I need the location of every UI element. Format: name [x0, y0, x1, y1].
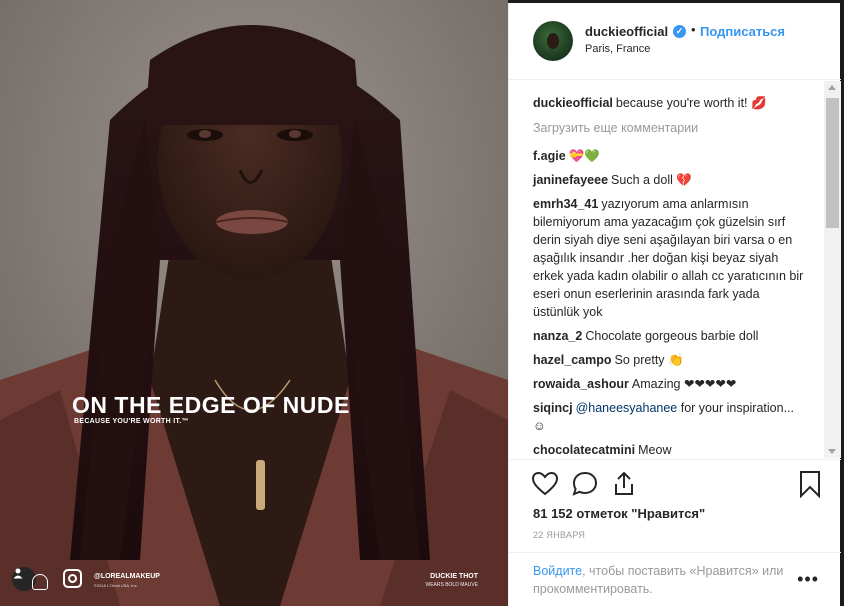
person-icon [13, 568, 23, 579]
instagram-logo-icon [63, 569, 82, 588]
follow-button[interactable]: Подписаться [700, 24, 785, 39]
comments-scrollbar[interactable] [824, 81, 841, 458]
comment-mention[interactable]: @haneesyahanee [576, 401, 678, 415]
comment-text: Meow [638, 443, 672, 457]
comment-item: rowaida_ashour Amazing ❤❤❤❤❤ [533, 375, 805, 393]
comment-username[interactable]: janinefayeee [533, 173, 608, 187]
post-date[interactable]: 22 ЯНВАРЯ [533, 530, 585, 540]
comment-item: emrh34_41 yazıyorum ama anlarmısın bilemi… [533, 195, 805, 321]
post-header: duckieofficial ✓ • Подписаться Paris, Fr… [509, 3, 841, 80]
brand-handle: @LOREALMAKEUP [94, 573, 160, 580]
post-actions: 81 152 отметок "Нравится" 22 ЯНВАРЯ Войд… [509, 459, 841, 606]
more-options-icon[interactable]: ••• [797, 569, 819, 590]
model-wear: WEARS BOLD MAUVE [425, 582, 478, 588]
comment-username[interactable]: f.agie [533, 149, 566, 163]
ad-slogan: BECAUSE YOU'RE WORTH IT.™ [74, 418, 189, 425]
comment-username[interactable]: chocolatecatmini [533, 443, 635, 457]
comment-item: chocolatecatmini Meow [533, 441, 805, 458]
comment-text: because you're worth it! 💋 [615, 96, 767, 110]
comment-username[interactable]: emrh34_41 [533, 197, 598, 211]
scrollbar-thumb[interactable] [826, 98, 839, 228]
author-username[interactable]: duckieofficial [585, 24, 668, 39]
model-name: DUCKIE THOT [430, 573, 478, 580]
comment-text: Such a doll 💔 [611, 173, 692, 187]
verified-badge-icon: ✓ [673, 25, 686, 38]
comment-text: yazıyorum ama anlarmısın bilemiyorum ama… [533, 197, 804, 319]
comment-icon[interactable] [571, 470, 599, 498]
comment-item: f.agie 💝💚 [533, 147, 805, 165]
portrait-illustration [0, 0, 508, 606]
comment-item: janinefayeee Such a doll 💔 [533, 171, 805, 189]
comment-item: hazel_campo So pretty 👏 [533, 351, 805, 369]
comment-text: Amazing ❤❤❤❤❤ [631, 377, 737, 391]
heart-icon[interactable] [531, 470, 559, 498]
comment-text: Chocolate gorgeous barbie doll [585, 329, 759, 343]
share-icon[interactable] [610, 470, 638, 498]
login-prompt: Войдите, чтобы поставить «Нравится» или … [509, 552, 841, 606]
comment-username[interactable]: nanza_2 [533, 329, 582, 343]
login-link[interactable]: Войдите [533, 564, 582, 578]
brand-copyright: ©2018 L'Oréal USA, Inc. [94, 583, 138, 588]
instagram-post-modal: ON THE EDGE OF NUDE BECAUSE YOU'RE WORTH… [0, 0, 844, 606]
separator-dot: • [691, 22, 696, 37]
comments-list[interactable]: duckieofficial because you're worth it! 💋… [509, 81, 841, 458]
comment-item: nanza_2 Chocolate gorgeous barbie doll [533, 327, 805, 345]
snapchat-icon [32, 574, 48, 590]
comment-username[interactable]: siqincj [533, 401, 573, 415]
bookmark-icon[interactable] [796, 470, 824, 498]
comment-item: siqincj @haneesyahanee for your inspirati… [533, 399, 805, 435]
load-more-comments-button[interactable]: Загрузить еще комментарии [533, 121, 698, 135]
scroll-up-icon[interactable] [828, 85, 836, 90]
scroll-down-icon[interactable] [828, 449, 836, 454]
ad-headline: ON THE EDGE OF NUDE [72, 392, 350, 418]
post-photo[interactable]: ON THE EDGE OF NUDE BECAUSE YOU'RE WORTH… [0, 0, 508, 606]
likes-count[interactable]: 81 152 отметок "Нравится" [533, 506, 705, 521]
login-text: Войдите, чтобы поставить «Нравится» или … [533, 562, 793, 598]
caption: duckieofficial because you're worth it! 💋 [533, 94, 805, 112]
comment-username[interactable]: duckieofficial [533, 96, 613, 110]
comment-username[interactable]: hazel_campo [533, 353, 612, 367]
comment-text: 💝💚 [568, 149, 600, 163]
post-details-panel: duckieofficial ✓ • Подписаться Paris, Fr… [508, 3, 841, 606]
avatar[interactable] [533, 21, 573, 61]
location-link[interactable]: Paris, France [585, 43, 650, 55]
comment-username[interactable]: rowaida_ashour [533, 377, 629, 391]
comment-text: So pretty 👏 [614, 353, 684, 367]
